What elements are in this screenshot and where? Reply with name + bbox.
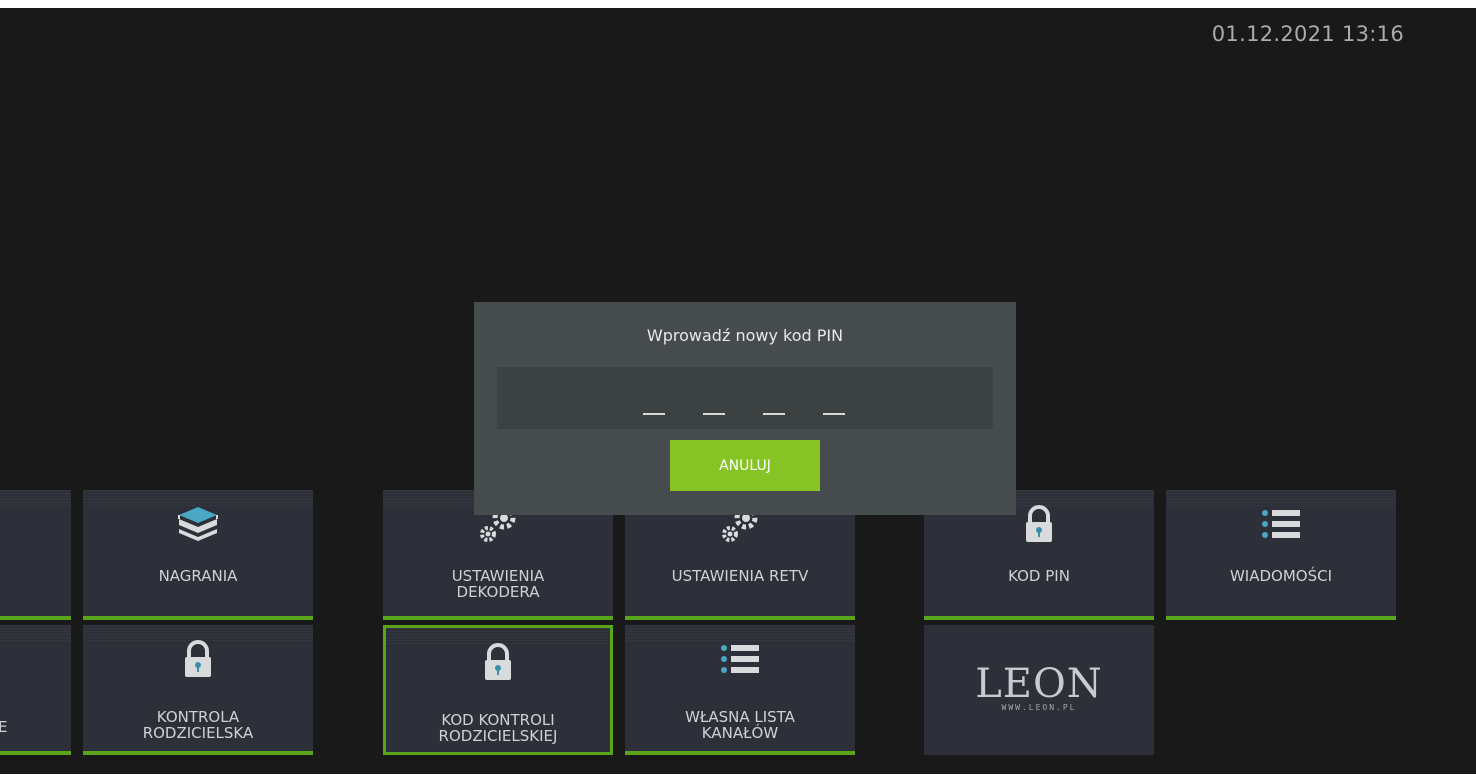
tile-label: WIADOMOŚCI	[1229, 567, 1333, 585]
pin-slot	[643, 413, 665, 415]
tile-label: KONTROLA RODZICIELSKA	[142, 708, 254, 742]
pin-slot	[763, 413, 785, 415]
tile-label: USTAWIENIA DEKODERA	[451, 567, 545, 601]
pin-slot	[823, 413, 845, 415]
list-icon	[1256, 504, 1306, 544]
list-icon	[715, 639, 765, 679]
pin-input[interactable]	[497, 367, 993, 429]
tile-stripe	[0, 490, 71, 508]
box-icon	[173, 504, 223, 544]
tile-wlasna-lista-kanalow[interactable]: WŁASNA LISTA KANAŁÓW	[625, 625, 855, 755]
padlock-icon	[473, 642, 523, 682]
padlock-icon	[1014, 504, 1064, 544]
tv-screen: 01.12.2021 13:16 NAGRANIA USTAWIENIA DEK…	[0, 8, 1476, 774]
tile-stripe	[0, 625, 71, 643]
tile-label: USTAWIENIA RETV	[671, 567, 809, 585]
tile-kod-kontroli-rodzicielskiej[interactable]: KOD KONTROLI RODZICIELSKIEJ	[383, 625, 613, 755]
leon-logo: LEON WWW.LEON.PL	[924, 661, 1154, 712]
tile-partial-left-row1[interactable]	[0, 490, 71, 620]
pin-slot	[703, 413, 725, 415]
tile-leon-logo[interactable]: LEON WWW.LEON.PL	[924, 625, 1154, 755]
pin-dialog: Wprowadź nowy kod PIN ANULUJ	[474, 302, 1016, 515]
logo-brand: LEON	[975, 661, 1103, 707]
clock: 01.12.2021 13:16	[1211, 22, 1404, 46]
tile-partial-left-row2[interactable]: E	[0, 625, 71, 755]
tile-wiadomosci[interactable]: WIADOMOŚCI	[1166, 490, 1396, 620]
tile-label: NAGRANIA	[158, 567, 238, 585]
tile-nagrania[interactable]: NAGRANIA	[83, 490, 313, 620]
tile-kontrola-rodzicielska[interactable]: KONTROLA RODZICIELSKA	[83, 625, 313, 755]
pin-slots	[643, 413, 845, 415]
tile-label: KOD KONTROLI RODZICIELSKIEJ	[438, 711, 558, 745]
tile-label: KOD PIN	[1008, 567, 1070, 585]
tile-label: WŁASNA LISTA KANAŁÓW	[685, 708, 795, 742]
cancel-button[interactable]: ANULUJ	[670, 440, 820, 491]
dialog-title: Wprowadź nowy kod PIN	[646, 326, 844, 345]
tile-label: E	[0, 718, 8, 736]
logo-url: WWW.LEON.PL	[1001, 703, 1077, 712]
padlock-icon	[173, 639, 223, 679]
